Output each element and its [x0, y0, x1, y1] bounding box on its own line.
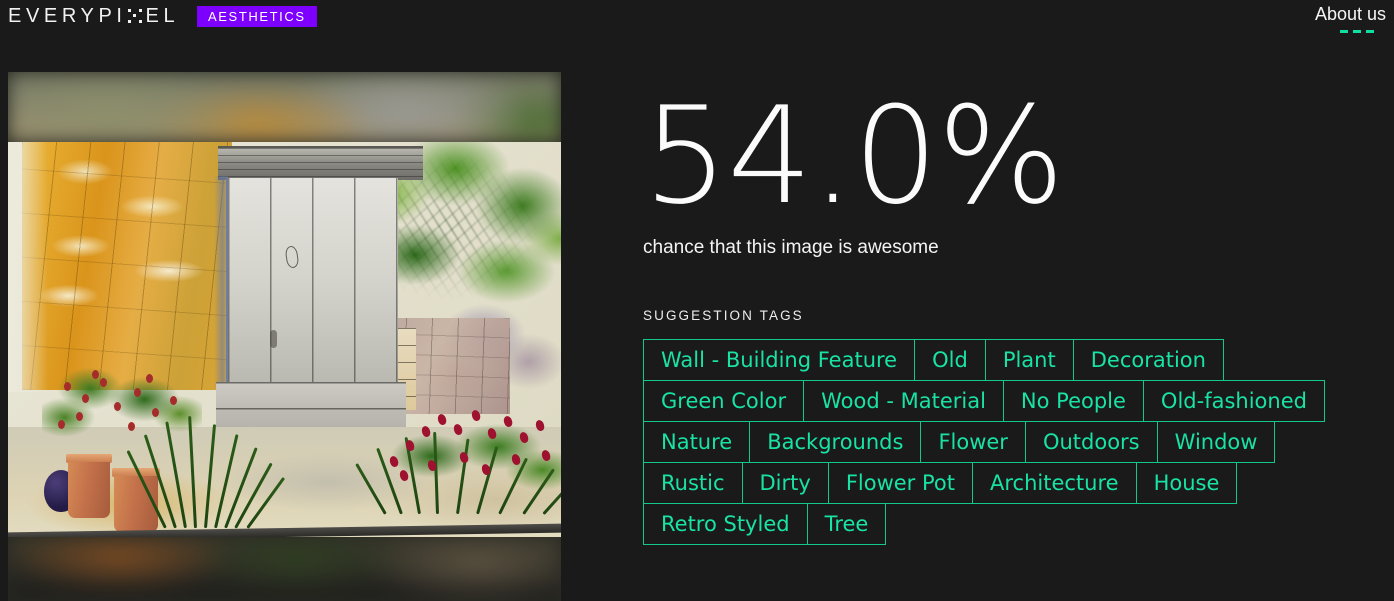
- image-blurred-top-fill: [8, 72, 561, 142]
- suggestion-tag[interactable]: Wood - Material: [803, 380, 1004, 422]
- image-blurred-bottom-fill: [8, 537, 561, 601]
- image-preview-panel[interactable]: [8, 72, 561, 601]
- top-header: EVERYPI EL AESTHETICS About us: [0, 0, 1394, 48]
- suggestion-tag[interactable]: Dirty: [741, 462, 829, 504]
- suggestion-tag[interactable]: Green Color: [643, 380, 805, 422]
- pixel-x-icon: [127, 9, 142, 23]
- suggestion-tag[interactable]: Flower Pot: [827, 462, 973, 504]
- aesthetic-score: 54.0%: [643, 78, 1065, 234]
- painting-door-lintel: [218, 146, 423, 180]
- painting-door-handle: [270, 330, 277, 348]
- suggestion-tags-list: Wall - Building Feature Old Plant Decoratio…: [643, 339, 1367, 545]
- suggestion-tag[interactable]: Rustic: [643, 462, 743, 504]
- about-us-link[interactable]: About us: [1314, 3, 1386, 33]
- suggestion-tag[interactable]: Plant: [984, 339, 1074, 381]
- painting-door-knot: [284, 245, 300, 269]
- everypixel-aesthetics-page: EVERYPI EL AESTHETICS About us 54.0% cha…: [0, 0, 1394, 601]
- suggestion-tag[interactable]: No People: [1002, 380, 1144, 422]
- suggestion-tag[interactable]: Architecture: [972, 462, 1137, 504]
- suggestion-tag[interactable]: Nature: [643, 421, 751, 463]
- painting-grass-tuft-center: [126, 410, 286, 529]
- suggestion-tag[interactable]: Tree: [806, 503, 887, 545]
- painting-wooden-door: [226, 178, 398, 388]
- brand-logo[interactable]: EVERYPI EL: [8, 5, 179, 27]
- painting-stone-wall-left: [22, 142, 232, 390]
- brand-name-suffix: EL: [145, 5, 180, 27]
- painting-wall-edge-fade: [8, 142, 48, 392]
- suggestion-tag[interactable]: Outdoors: [1024, 421, 1158, 463]
- brand-name-prefix: EVERYPI: [8, 5, 127, 27]
- results-panel: 54.0% chance that this image is awesome …: [643, 72, 1383, 545]
- aesthetics-badge: AESTHETICS: [197, 6, 317, 27]
- about-us-dashed-underline: [1339, 30, 1378, 33]
- suggestion-tag[interactable]: Wall - Building Feature: [643, 339, 916, 381]
- suggestion-tags-label: SUGGESTION TAGS: [643, 308, 804, 323]
- suggestion-tag[interactable]: Old-fashioned: [1142, 380, 1325, 422]
- suggestion-tag[interactable]: Window: [1156, 421, 1276, 463]
- score-caption: chance that this image is awesome: [643, 237, 939, 258]
- suggestion-tag[interactable]: Flower: [920, 421, 1026, 463]
- about-us-label: About us: [1314, 4, 1386, 24]
- painting-red-flower-bed: [355, 398, 561, 516]
- suggestion-tag[interactable]: Retro Styled: [643, 503, 808, 545]
- suggestion-tag[interactable]: House: [1135, 462, 1238, 504]
- suggestion-tag[interactable]: Backgrounds: [749, 421, 922, 463]
- suggestion-tag[interactable]: Old: [914, 339, 986, 381]
- painting-terracotta-pot-1: [68, 462, 110, 518]
- analyzed-image: [8, 142, 561, 537]
- suggestion-tag[interactable]: Decoration: [1072, 339, 1224, 381]
